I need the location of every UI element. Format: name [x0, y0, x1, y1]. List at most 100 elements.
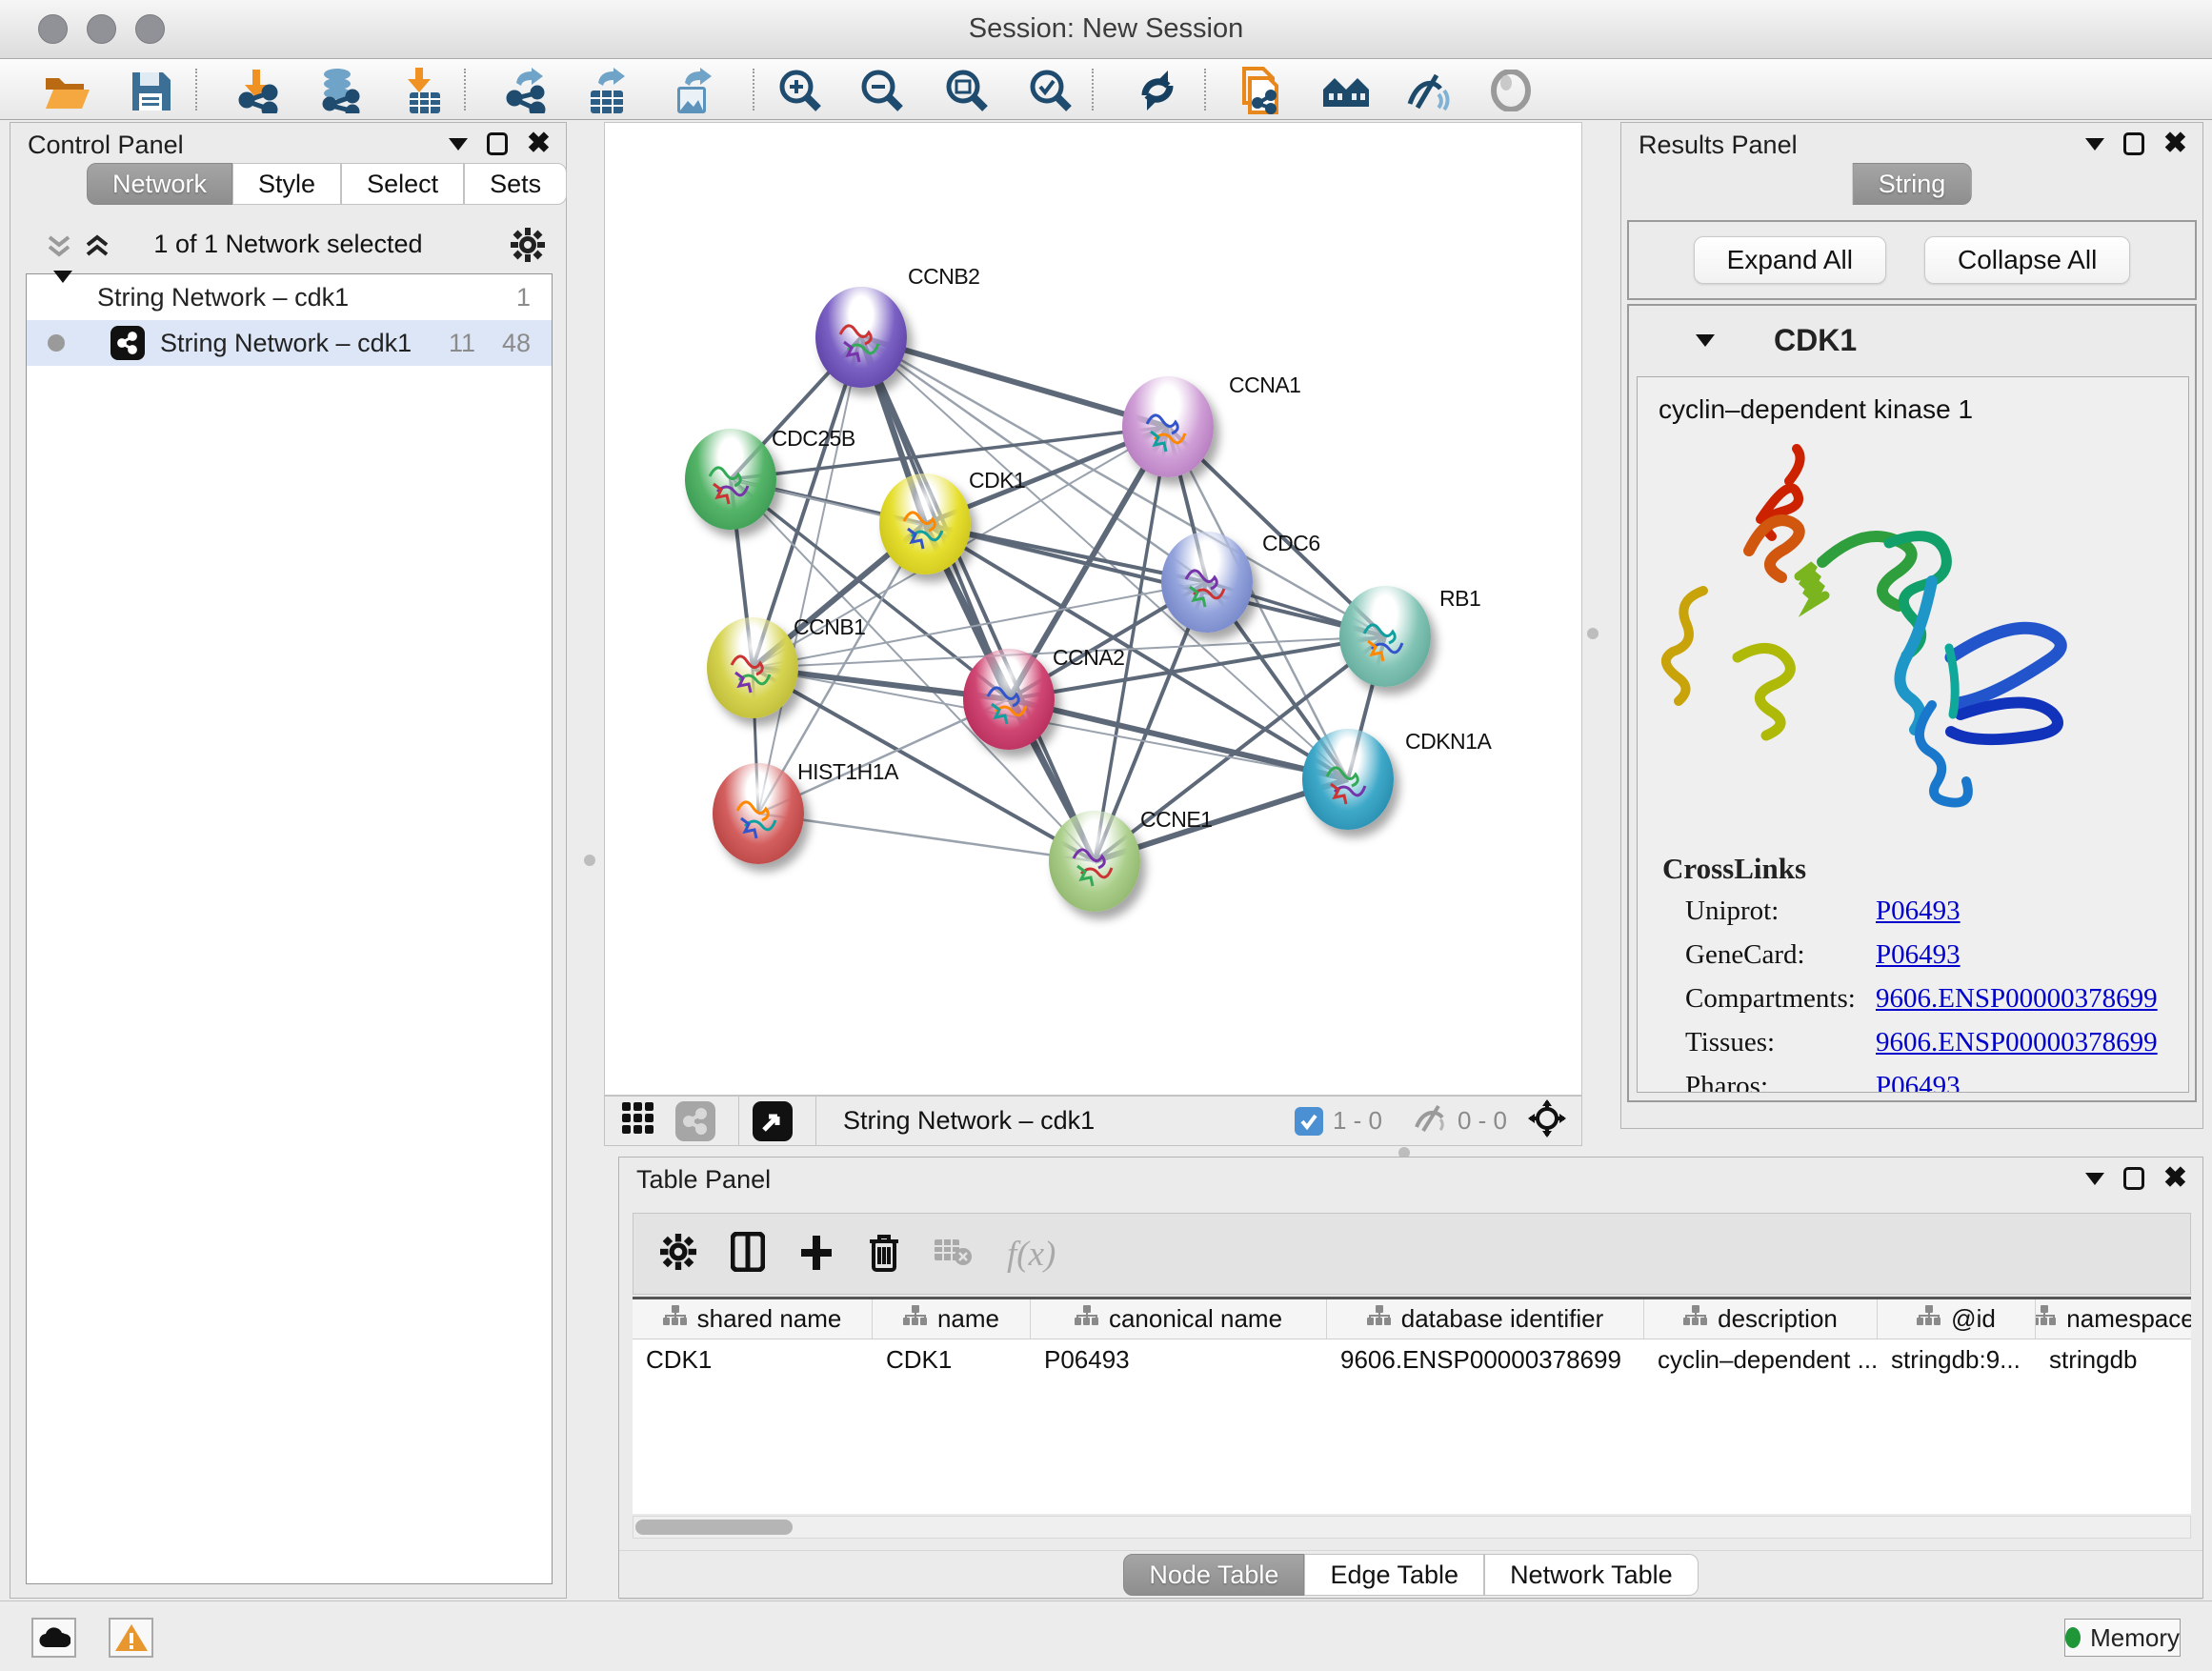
- cloud-icon[interactable]: [31, 1618, 76, 1658]
- collapse-all-button[interactable]: Collapse All: [1924, 236, 2130, 284]
- network-node-ccna2[interactable]: [963, 649, 1055, 750]
- import-network-database-icon[interactable]: [313, 67, 363, 114]
- network-node-cdc6[interactable]: [1161, 532, 1253, 633]
- column-header--id[interactable]: @id: [1878, 1299, 2036, 1339]
- crosslink-link[interactable]: P06493: [1876, 892, 1961, 930]
- zoom-out-icon[interactable]: [857, 67, 907, 114]
- delete-column-icon[interactable]: [868, 1232, 900, 1277]
- apply-layout-icon[interactable]: [1133, 67, 1182, 114]
- panel-close-icon[interactable]: ✖: [527, 132, 551, 155]
- selected-checkbox-icon[interactable]: [1295, 1107, 1323, 1136]
- edge-count: 48: [502, 329, 531, 358]
- tab-network-table[interactable]: Network Table: [1484, 1554, 1699, 1596]
- crosslink-link[interactable]: P06493: [1876, 1067, 1961, 1093]
- table-horizontal-scrollbar[interactable]: [633, 1516, 2191, 1539]
- table-cell[interactable]: cyclin–dependent ...: [1644, 1339, 1878, 1379]
- table-cell[interactable]: stringdb: [2036, 1339, 2191, 1379]
- table-row[interactable]: CDK1CDK1P064939606.ENSP00000378699cyclin…: [633, 1339, 2191, 1379]
- network-node-ccne1[interactable]: [1049, 811, 1140, 912]
- panel-float-icon[interactable]: [2123, 132, 2144, 155]
- table-toolbar: f(x): [633, 1213, 2191, 1295]
- network-node-cdkn1a[interactable]: [1302, 729, 1394, 830]
- warning-icon[interactable]: [109, 1618, 153, 1658]
- memory-button[interactable]: Memory: [2064, 1619, 2181, 1657]
- current-network-dot: [48, 334, 65, 352]
- collection-label: String Network – cdk1: [97, 283, 349, 312]
- panel-close-icon[interactable]: ✖: [2163, 1167, 2187, 1190]
- table-cell[interactable]: stringdb:9...: [1878, 1339, 2036, 1379]
- network-canvas[interactable]: CCNB2CCNA1CDC25BCDK1CDC6RB1CCNB1CCNA2CDK…: [604, 122, 1582, 1096]
- main-toolbar: ?: [0, 59, 2212, 120]
- crosslink-row: Uniprot:P06493: [1685, 892, 2188, 930]
- crosshair-icon[interactable]: [1528, 1099, 1566, 1142]
- crosslink-link[interactable]: 9606.ENSP00000378699: [1876, 979, 2158, 1017]
- network-node-ccnb2[interactable]: [815, 287, 907, 388]
- column-header-canonical-name[interactable]: canonical name: [1031, 1299, 1327, 1339]
- network-node-rb1[interactable]: [1339, 586, 1431, 687]
- column-header-database-identifier[interactable]: database identifier: [1327, 1299, 1644, 1339]
- network-options-gear-icon[interactable]: [511, 228, 545, 267]
- open-in-window-icon[interactable]: [753, 1101, 793, 1141]
- tab-node-table[interactable]: Node Table: [1123, 1554, 1304, 1596]
- tab-string[interactable]: String: [1853, 163, 1972, 205]
- left-splitter-handle[interactable]: [584, 855, 595, 866]
- tab-style[interactable]: Style: [232, 163, 341, 205]
- export-image-icon[interactable]: [667, 67, 716, 114]
- zoom-selected-icon[interactable]: [1026, 67, 1076, 114]
- expand-all-button[interactable]: Expand All: [1694, 236, 1886, 284]
- import-network-file-icon[interactable]: [232, 67, 282, 114]
- column-header-label: shared name: [697, 1304, 842, 1334]
- network-row-selected[interactable]: String Network – cdk1 11 48: [27, 320, 552, 366]
- crosslink-link[interactable]: 9606.ENSP00000378699: [1876, 1023, 2158, 1061]
- panel-collapse-icon[interactable]: [2085, 1173, 2104, 1185]
- export-network-icon[interactable]: [500, 67, 550, 114]
- network-collection-row[interactable]: String Network – cdk1 1: [27, 274, 552, 320]
- save-session-icon[interactable]: [126, 67, 175, 114]
- zoom-fit-icon[interactable]: [942, 67, 992, 114]
- right-splitter-handle[interactable]: [1587, 628, 1599, 639]
- panel-collapse-icon[interactable]: [449, 138, 468, 151]
- panel-close-icon[interactable]: ✖: [2163, 132, 2187, 155]
- column-header-namespace[interactable]: namespace: [2036, 1299, 2191, 1339]
- network-node-cdc25b[interactable]: [685, 429, 776, 530]
- export-table-icon[interactable]: [582, 67, 632, 114]
- network-node-hist1h1a[interactable]: [713, 763, 804, 864]
- hidden-eye-icon: [1412, 1102, 1448, 1139]
- data-warehouse-icon[interactable]: [1321, 67, 1371, 114]
- entry-collapse-icon[interactable]: [1696, 334, 1715, 347]
- show-columns-icon[interactable]: [731, 1232, 765, 1277]
- tab-sets[interactable]: Sets: [464, 163, 567, 205]
- import-table-icon[interactable]: [398, 67, 448, 114]
- table-cell[interactable]: P06493: [1031, 1339, 1327, 1379]
- table-cell[interactable]: CDK1: [873, 1339, 1031, 1379]
- network-file-icon[interactable]: [1236, 67, 1285, 114]
- tab-select[interactable]: Select: [341, 163, 464, 205]
- network-node-cdk1[interactable]: [879, 473, 971, 574]
- network-node-ccnb1[interactable]: [707, 617, 798, 718]
- panel-float-icon[interactable]: [487, 132, 508, 155]
- table-options-gear-icon[interactable]: [660, 1234, 696, 1275]
- panel-collapse-icon[interactable]: [2085, 138, 2104, 151]
- add-column-icon[interactable]: [799, 1232, 834, 1277]
- hide-unhide-icon[interactable]: [1403, 67, 1453, 114]
- table-cell[interactable]: CDK1: [633, 1339, 873, 1379]
- network-overview-icon[interactable]: [675, 1101, 715, 1141]
- column-header-name[interactable]: name: [873, 1299, 1031, 1339]
- column-header-shared-name[interactable]: shared name: [633, 1299, 873, 1339]
- tab-edge-table[interactable]: Edge Table: [1304, 1554, 1484, 1596]
- tree-expand-icon[interactable]: [53, 283, 72, 312]
- network-node-ccna1[interactable]: [1122, 376, 1214, 477]
- crosslink-link[interactable]: P06493: [1876, 936, 1961, 974]
- tab-network[interactable]: Network: [87, 163, 232, 205]
- birds-eye-grid-icon[interactable]: [622, 1102, 654, 1139]
- open-session-icon[interactable]: [42, 67, 91, 114]
- protein-structure-image: [1646, 429, 2180, 838]
- collection-count: 1: [516, 283, 531, 312]
- column-tree-icon: [903, 1304, 928, 1334]
- table-cell[interactable]: 9606.ENSP00000378699: [1327, 1339, 1644, 1379]
- node-label-ccna1: CCNA1: [1229, 372, 1300, 398]
- panel-float-icon[interactable]: [2123, 1167, 2144, 1190]
- zoom-in-icon[interactable]: [775, 67, 825, 114]
- preview-eye-icon[interactable]: [1486, 67, 1536, 114]
- column-header-description[interactable]: description: [1644, 1299, 1878, 1339]
